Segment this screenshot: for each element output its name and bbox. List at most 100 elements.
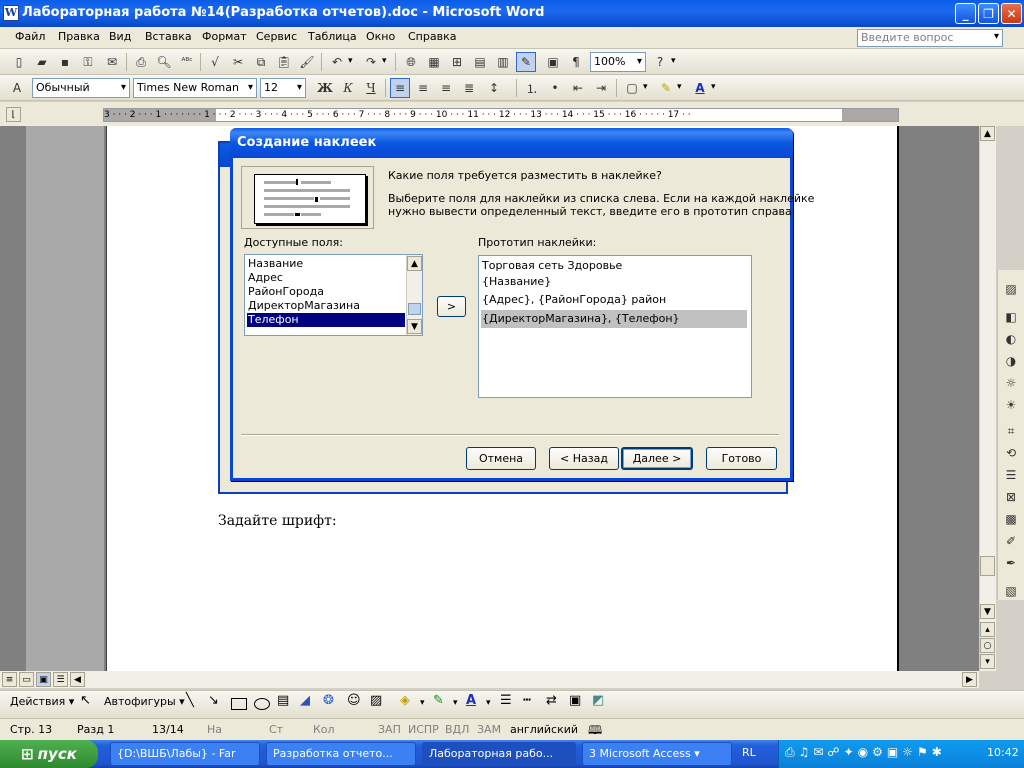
maximize-button[interactable]: ❐	[978, 3, 999, 24]
research-icon[interactable]: √	[205, 52, 225, 72]
list-scroll-thumb[interactable]	[408, 303, 421, 315]
print-layout-icon[interactable]: ▣	[36, 672, 51, 687]
increase-indent-icon[interactable]: ⇥	[591, 78, 611, 98]
help-icon[interactable]: ?	[650, 52, 670, 72]
less-contrast-icon[interactable]: ◑	[1001, 352, 1021, 370]
font-color-dropdown-icon[interactable]: ▾	[711, 82, 716, 92]
task-far[interactable]: {D:\ВШБ\Лабы} - Far	[110, 742, 260, 766]
select-browse-object-icon[interactable]: ○	[980, 638, 995, 653]
finish-button[interactable]: Готово	[706, 447, 777, 470]
wordart-icon[interactable]: ◢	[300, 693, 310, 708]
scroll-left-icon[interactable]: ◀	[70, 672, 85, 687]
back-button[interactable]: < Назад	[549, 447, 619, 470]
hyperlink-icon[interactable]: 🌐︎	[401, 52, 421, 72]
columns-icon[interactable]: ▥	[493, 52, 513, 72]
menu-file[interactable]: Файл	[15, 30, 45, 43]
title-bar[interactable]: W Лабораторная работа №14(Разработка отч…	[0, 0, 1024, 27]
task-report-dev[interactable]: Разработка отчето...	[266, 742, 416, 766]
vertical-scrollbar[interactable]: ▲ ▼ ▴ ○ ▾	[979, 126, 996, 671]
align-left-icon[interactable]: ≡	[390, 78, 410, 98]
menu-window[interactable]: Окно	[366, 30, 395, 43]
prototype-line[interactable]: {Название}	[482, 275, 551, 288]
clipart-icon[interactable]: ☺	[347, 693, 361, 708]
compress-icon[interactable]: ⊠	[1001, 488, 1021, 506]
prototype-line[interactable]: Торговая сеть Здоровье	[482, 259, 622, 272]
menu-format[interactable]: Формат	[202, 30, 247, 43]
menu-help[interactable]: Справка	[408, 30, 456, 43]
spelling-icon[interactable]: ᴬᴮᶜ	[177, 52, 197, 72]
print-preview-icon[interactable]: 🔍︎	[154, 52, 174, 72]
paste-icon[interactable]: 📋︎	[274, 52, 294, 72]
line-style-draw-icon[interactable]: ☰	[500, 693, 512, 708]
bold-icon[interactable]: Ж	[315, 78, 335, 98]
more-contrast-icon[interactable]: ◐	[1001, 330, 1021, 348]
rectangle-icon[interactable]	[231, 698, 247, 710]
undo-dropdown-icon[interactable]: ▾	[348, 56, 353, 66]
list-item-selected[interactable]: Телефон	[247, 313, 405, 327]
underline-icon[interactable]: Ч	[361, 78, 381, 98]
email-icon[interactable]: ✉	[102, 52, 122, 72]
list-item[interactable]: РайонГорода	[247, 285, 324, 299]
cancel-button[interactable]: Отмена	[466, 447, 536, 470]
shadow-style-icon[interactable]: ▣	[569, 693, 581, 708]
line-style-icon[interactable]: ☰	[1001, 466, 1021, 484]
zoom-combo[interactable]: 100%	[590, 52, 646, 72]
tables-borders-icon[interactable]: ▦	[424, 52, 444, 72]
dialog-title[interactable]: Создание наклеек	[230, 128, 793, 158]
tab-selector-icon[interactable]: ⌊	[6, 107, 21, 122]
arrow-style-icon[interactable]: ⇄	[546, 693, 557, 708]
menu-table[interactable]: Таблица	[308, 30, 357, 43]
horizontal-ruler[interactable]: 3 · · · 2 · · · 1 · · · · · · · 1 · · · …	[103, 108, 899, 122]
redo-dropdown-icon[interactable]: ▾	[382, 56, 387, 66]
menu-view[interactable]: Вид	[109, 30, 131, 43]
drawing-icon[interactable]: ✎	[516, 52, 536, 72]
status-trk[interactable]: ИСПР	[408, 723, 439, 736]
open-icon[interactable]: ▰	[32, 52, 52, 72]
autoshapes-menu[interactable]: Автофигуры ▾	[104, 695, 185, 708]
list-scroll-up-icon[interactable]: ▲	[407, 256, 422, 271]
list-scroll-down-icon[interactable]: ▼	[407, 319, 422, 334]
status-ovr[interactable]: ЗАМ	[477, 723, 501, 736]
next-page-icon[interactable]: ▾	[980, 654, 995, 669]
draw-actions-menu[interactable]: Действия ▾	[10, 695, 74, 708]
task-lab-work[interactable]: Лабораторная рабо...	[422, 742, 576, 766]
line-color-dropdown-icon[interactable]: ▾	[453, 698, 458, 708]
outline-view-icon[interactable]: ☰	[53, 672, 68, 687]
copy-icon[interactable]: ⧉	[251, 52, 271, 72]
available-fields-list[interactable]: Название Адрес РайонГорода ДиректорМагаз…	[244, 254, 423, 336]
previous-page-icon[interactable]: ▴	[980, 622, 995, 637]
status-ext[interactable]: ВДЛ	[445, 723, 469, 736]
scroll-down-icon[interactable]: ▼	[980, 604, 995, 619]
insert-picture-icon[interactable]: ▨	[1001, 280, 1021, 298]
task-access[interactable]: 3 Microsoft Access ▾	[582, 742, 732, 766]
ask-dropdown-icon[interactable]: ▾	[994, 31, 999, 42]
next-button[interactable]: Далее >	[621, 447, 693, 470]
menu-edit[interactable]: Правка	[58, 30, 100, 43]
cut-icon[interactable]: ✂	[228, 52, 248, 72]
highlight-icon[interactable]: ✎	[656, 78, 676, 98]
align-right-icon[interactable]: ≡	[436, 78, 456, 98]
list-item[interactable]: ДиректорМагазина	[247, 299, 360, 313]
list-item[interactable]: Название	[247, 257, 303, 271]
dash-style-icon[interactable]: ┅	[523, 693, 531, 708]
list-item[interactable]: Адрес	[247, 271, 283, 285]
permission-icon[interactable]: ⚿	[78, 52, 98, 72]
more-brightness-icon[interactable]: ☼	[1001, 374, 1021, 392]
menu-tools[interactable]: Сервис	[256, 30, 297, 43]
color-icon[interactable]: ◧	[1001, 308, 1021, 326]
italic-icon[interactable]: К	[338, 78, 358, 98]
add-field-button[interactable]: >	[437, 296, 466, 317]
bullets-icon[interactable]: •	[545, 78, 565, 98]
diagram-icon[interactable]: ❂	[323, 693, 334, 708]
less-brightness-icon[interactable]: ☀	[1001, 396, 1021, 414]
status-rec[interactable]: ЗАП	[378, 723, 401, 736]
list-scrollbar[interactable]: ▲ ▼	[406, 255, 422, 335]
border-dropdown-icon[interactable]: ▾	[643, 82, 648, 92]
textbox-icon[interactable]: ▤	[277, 693, 289, 708]
document-text[interactable]: Задайте шрифт:	[218, 513, 337, 529]
document-map-icon[interactable]: ▣	[543, 52, 563, 72]
format-picture-icon[interactable]: ✐	[1001, 532, 1021, 550]
reset-picture-icon[interactable]: ▧	[1001, 582, 1021, 600]
border-icon[interactable]: ▢	[622, 78, 642, 98]
prototype-editor[interactable]: Торговая сеть Здоровье {Название} {Адрес…	[478, 255, 752, 398]
